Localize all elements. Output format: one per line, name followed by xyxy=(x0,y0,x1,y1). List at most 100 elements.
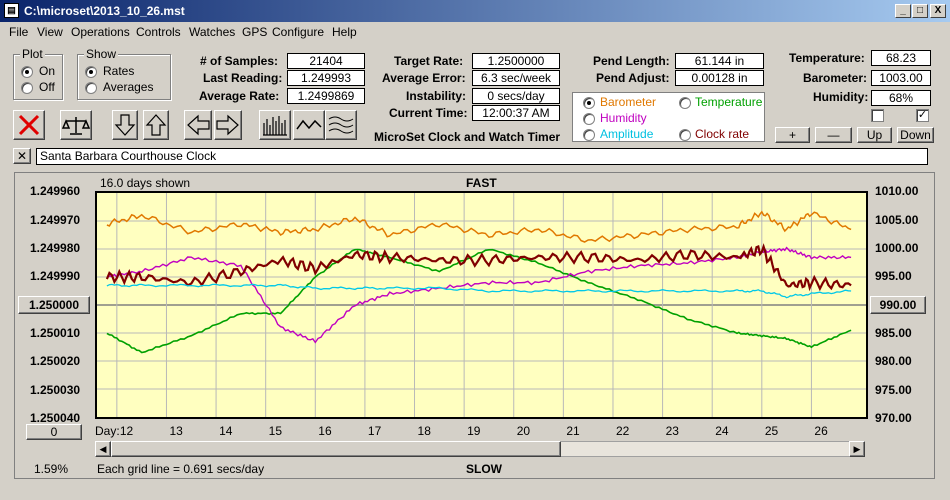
day-tick-label: 15 xyxy=(268,424,283,438)
scroll-left-arrow-icon[interactable]: ◀ xyxy=(95,441,111,457)
maximize-button[interactable]: □ xyxy=(912,4,928,18)
day-tick-label: 19 xyxy=(467,424,481,438)
arrow-left-button[interactable] xyxy=(184,110,212,140)
series-clockrate-radio[interactable] xyxy=(679,129,691,141)
left-tick-5: 1.250010 xyxy=(30,326,81,340)
balance-button[interactable] xyxy=(60,110,92,140)
clock-name-field[interactable]: Santa Barbara Courthouse Clock xyxy=(36,148,928,165)
scroll-thumb[interactable] xyxy=(111,441,561,457)
right-tick-1: 1005.00 xyxy=(875,213,919,227)
arrow-right-icon xyxy=(216,114,239,136)
day-tick-label: 14 xyxy=(219,424,233,438)
plot-group: Plot xyxy=(13,47,63,100)
series-clockrate-label: Clock rate xyxy=(695,127,750,141)
arrow-down-button[interactable] xyxy=(112,110,138,140)
day-tick-label: 22 xyxy=(615,424,630,438)
minimize-button[interactable]: _ xyxy=(895,4,911,18)
day-tick-label: 12 xyxy=(119,424,134,438)
right-tick-2: 1000.00 xyxy=(875,241,919,255)
env-checkbox-2[interactable]: ✓ xyxy=(916,109,929,122)
right-tick-7: 975.00 xyxy=(875,383,912,397)
target-rate-label: Target Rate: xyxy=(394,54,464,68)
average-error-field: 6.3 sec/week xyxy=(472,70,560,86)
plot-off-radio[interactable] xyxy=(21,82,33,94)
menu-help[interactable]: Help xyxy=(332,25,357,39)
env-plus-label: + xyxy=(788,128,796,142)
days-shown-label: 16.0 days shown xyxy=(100,176,191,190)
show-rates-radio[interactable] xyxy=(85,66,97,78)
bar-histogram-icon xyxy=(263,116,287,136)
current-time-field: 12:00:37 AM xyxy=(472,105,560,121)
plot-on-radio[interactable] xyxy=(21,66,33,78)
line-wave-button[interactable] xyxy=(293,110,325,140)
line-wave-icon xyxy=(296,119,322,130)
menu-file[interactable]: File xyxy=(9,25,28,39)
right-tick-6: 980.00 xyxy=(875,354,912,368)
day-tick-label: 20 xyxy=(516,424,531,438)
left-tick-3: 1.249990 xyxy=(30,269,81,283)
window-title: C:\microset\2013_10_26.mst xyxy=(24,4,185,18)
day-tick-label: 26 xyxy=(814,424,828,438)
menu-gps[interactable]: GPS xyxy=(242,25,267,39)
pend-adjust-label: Pend Adjust: xyxy=(596,71,670,85)
menu-bar: File View Operations Controls Watches GP… xyxy=(0,22,950,42)
env-minus-label: — xyxy=(827,128,840,142)
scroll-right-arrow-icon[interactable]: ▶ xyxy=(849,441,865,457)
balance-scale-icon xyxy=(61,117,91,135)
day-tick-label: 21 xyxy=(566,424,580,438)
series-line-humidity xyxy=(106,246,852,344)
right-tick-3: 995.00 xyxy=(875,269,912,283)
histogram-button[interactable] xyxy=(259,110,291,140)
average-error-label: Average Error: xyxy=(382,71,466,85)
series-barometer-radio[interactable] xyxy=(583,97,595,109)
app-icon[interactable]: ▤ xyxy=(4,3,19,18)
series-line-barometer xyxy=(106,210,852,243)
left-tick-1: 1.249970 xyxy=(30,213,81,227)
barometer-field: 1003.00 xyxy=(871,70,931,86)
left-tick-8: 1.250040 xyxy=(30,411,81,425)
pend-adjust-field: 0.00128 in xyxy=(675,70,764,86)
arrow-up-button[interactable] xyxy=(143,110,169,140)
temperature-field: 68.23 xyxy=(871,50,931,66)
multi-wave-icon xyxy=(328,116,354,134)
average-rate-label: Average Rate: xyxy=(199,89,280,103)
series-amplitude-radio[interactable] xyxy=(583,129,595,141)
pend-length-label: Pend Length: xyxy=(593,54,670,68)
arrow-left-icon xyxy=(187,114,210,136)
day-tick-label: 13 xyxy=(169,424,183,438)
menu-operations[interactable]: Operations xyxy=(71,25,130,39)
current-time-label: Current Time: xyxy=(389,106,468,120)
slow-label: SLOW xyxy=(466,462,502,476)
close-button[interactable]: X xyxy=(930,4,946,18)
series-temperature-radio[interactable] xyxy=(679,97,691,109)
right-tick-0: 1010.00 xyxy=(875,184,919,198)
day-tick-label: 24 xyxy=(715,424,729,438)
left-tick-2: 1.249980 xyxy=(30,241,81,255)
menu-configure[interactable]: Configure xyxy=(272,25,324,39)
menu-controls[interactable]: Controls xyxy=(136,25,181,39)
delete-button[interactable] xyxy=(13,110,45,140)
multi-wave-button[interactable] xyxy=(325,110,357,140)
series-humidity-radio[interactable] xyxy=(583,113,595,125)
arrow-right-button[interactable] xyxy=(214,110,242,140)
plot-off-label: Off xyxy=(39,80,55,94)
right-tick-8: 970.00 xyxy=(875,411,912,425)
left-tick-0: 1.249960 xyxy=(30,184,81,198)
left-center-label: 1.250000 xyxy=(28,298,80,312)
target-rate-field[interactable]: 1.2500000 xyxy=(472,53,560,69)
show-averages-radio[interactable] xyxy=(85,82,97,94)
menu-view[interactable]: View xyxy=(37,25,63,39)
humidity-label: Humidity: xyxy=(813,90,869,104)
instability-field: 0 secs/day xyxy=(472,88,560,104)
pend-length-field[interactable]: 61.144 in xyxy=(675,53,764,69)
env-checkbox-1[interactable] xyxy=(871,109,884,122)
title-bar[interactable]: ▤ C:\microset\2013_10_26.mst _ □ X xyxy=(0,0,950,22)
delete-x-icon xyxy=(18,114,40,136)
series-temperature-label: Temperature xyxy=(695,95,763,109)
close-clock-button[interactable]: ✕ xyxy=(13,148,31,164)
day-tick-label: 25 xyxy=(764,424,779,438)
menu-watches[interactable]: Watches xyxy=(189,25,235,39)
left-scroll-value: 0 xyxy=(50,425,58,439)
app-caption: MicroSet Clock and Watch Timer xyxy=(374,130,561,144)
instability-label: Instability: xyxy=(406,89,467,103)
